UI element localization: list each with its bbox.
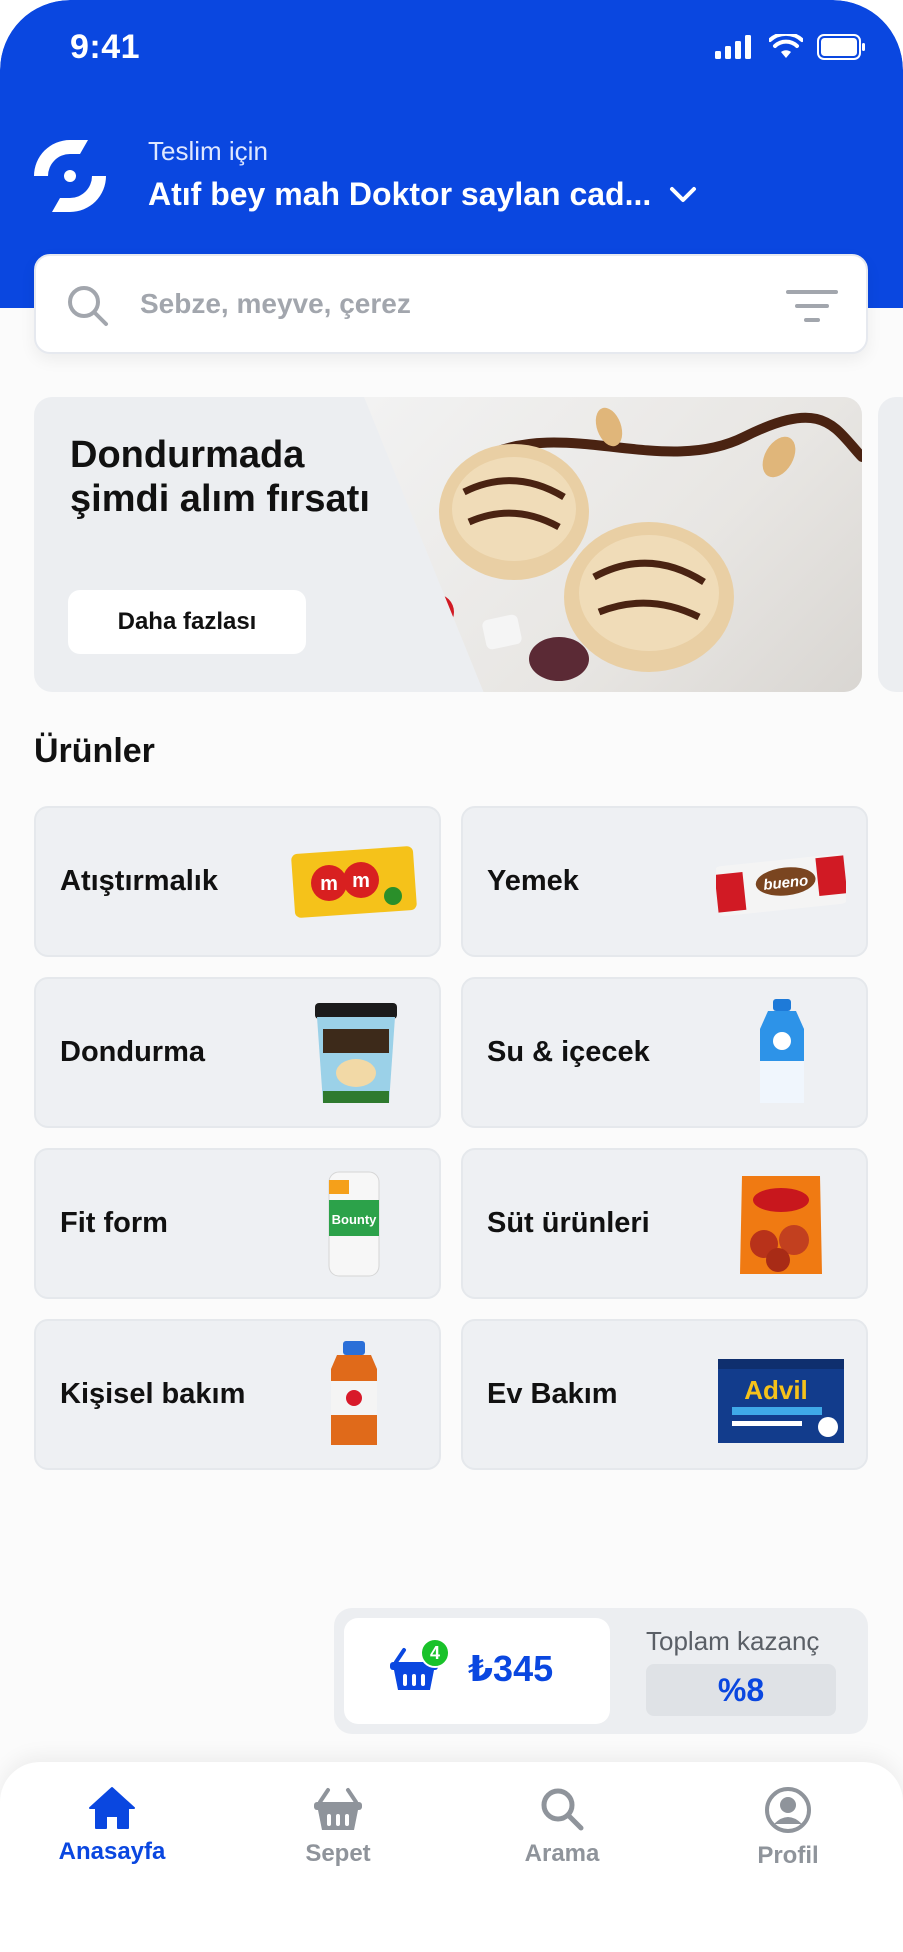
signal-icon [715, 35, 751, 59]
filter-icon[interactable] [786, 290, 838, 322]
search-input[interactable] [140, 256, 780, 352]
bottom-tab-bar: Anasayfa Sepet Arama Profil [0, 1762, 903, 1952]
search-bar[interactable] [34, 254, 868, 354]
category-card-snacks[interactable]: Atıştırmalık m m [34, 806, 441, 957]
ice-cream-photo [364, 397, 862, 692]
snack-bag-icon [740, 1176, 822, 1274]
medicine-box-icon: Advil [718, 1359, 844, 1443]
search-icon [68, 286, 108, 326]
address-selector[interactable]: Atıf bey mah Doktor saylan cad... [148, 176, 697, 213]
total-earnings-value: %8 [646, 1664, 836, 1716]
milk-bottle-icon [760, 999, 804, 1103]
tab-label: Profil [757, 1842, 819, 1869]
tab-home[interactable]: Anasayfa [22, 1786, 202, 1896]
category-card-personal-care[interactable]: Kişisel bakım [34, 1319, 441, 1470]
profile-icon [765, 1787, 811, 1833]
battery-icon [817, 34, 865, 60]
category-label: Su & içecek [487, 1036, 650, 1068]
cart-button[interactable]: 4 ₺345 [344, 1618, 610, 1724]
category-label: Dondurma [60, 1036, 205, 1068]
ice-cream-tub-icon [315, 1003, 397, 1103]
paper-towel-icon: Bounty [328, 1171, 380, 1277]
category-label: Fit form [60, 1207, 168, 1239]
category-card-home-care[interactable]: Ev Bakım Advil [461, 1319, 868, 1470]
cart-total: ₺345 [468, 1648, 554, 1689]
tab-label: Sepet [305, 1840, 371, 1867]
category-label: Süt ürünleri [487, 1207, 650, 1239]
address-text: Atıf bey mah Doktor saylan cad... [148, 176, 652, 212]
category-label: Atıştırmalık [60, 865, 218, 897]
category-card-drinks[interactable]: Su & içecek [461, 977, 868, 1128]
status-time: 9:41 [70, 28, 141, 66]
tab-profile[interactable]: Profil [698, 1786, 878, 1896]
tab-label: Anasayfa [58, 1838, 166, 1865]
search-icon [541, 1788, 584, 1831]
tab-basket[interactable]: Sepet [248, 1786, 428, 1896]
status-icons [715, 34, 867, 60]
cart-summary: 4 ₺345 Toplam kazanç %8 [334, 1608, 868, 1734]
category-card-fit[interactable]: Fit form Bounty [34, 1148, 441, 1299]
candy-pack-icon: m m [291, 846, 417, 918]
banner-title: Dondurmada şimdi alım fırsatı [70, 434, 370, 520]
pedialyte-bottle-icon [331, 1341, 377, 1445]
app-screen: 9:41 Teslim için Atıf bey mah Doktor say… [0, 0, 903, 1952]
cart-count-badge: 4 [420, 1638, 450, 1668]
basket-icon [314, 1788, 362, 1830]
category-label: Yemek [487, 865, 579, 897]
svg-text:m: m [352, 870, 370, 892]
svg-text:m: m [320, 873, 338, 895]
svg-text:Bounty: Bounty [332, 1212, 378, 1227]
svg-text:Advil: Advil [744, 1375, 808, 1405]
products-section-title: Ürünler [34, 732, 155, 770]
category-card-dairy[interactable]: Süt ürünleri [461, 1148, 868, 1299]
category-label: Kişisel bakım [60, 1378, 246, 1410]
tab-label: Arama [524, 1840, 600, 1867]
chocolate-bar-icon: bueno [716, 853, 846, 917]
status-bar: 9:41 [0, 0, 903, 100]
delivery-label: Teslim için [148, 136, 268, 166]
next-banner-peek[interactable] [878, 397, 903, 692]
category-label: Ev Bakım [487, 1378, 618, 1410]
category-card-ice-cream[interactable]: Dondurma [34, 977, 441, 1128]
promo-banner[interactable]: Dondurmada şimdi alım fırsatı Daha fazla… [34, 397, 862, 692]
more-button[interactable]: Daha fazlası [68, 590, 306, 654]
home-icon [89, 1787, 135, 1829]
brand-logo-icon [34, 140, 106, 212]
total-earnings-label: Toplam kazanç [646, 1626, 820, 1656]
ice-cream-illustration [386, 407, 862, 681]
category-card-food[interactable]: Yemek bueno [461, 806, 868, 957]
chevron-down-icon [670, 186, 697, 202]
wifi-icon [769, 34, 803, 58]
tab-search[interactable]: Arama [472, 1786, 652, 1896]
